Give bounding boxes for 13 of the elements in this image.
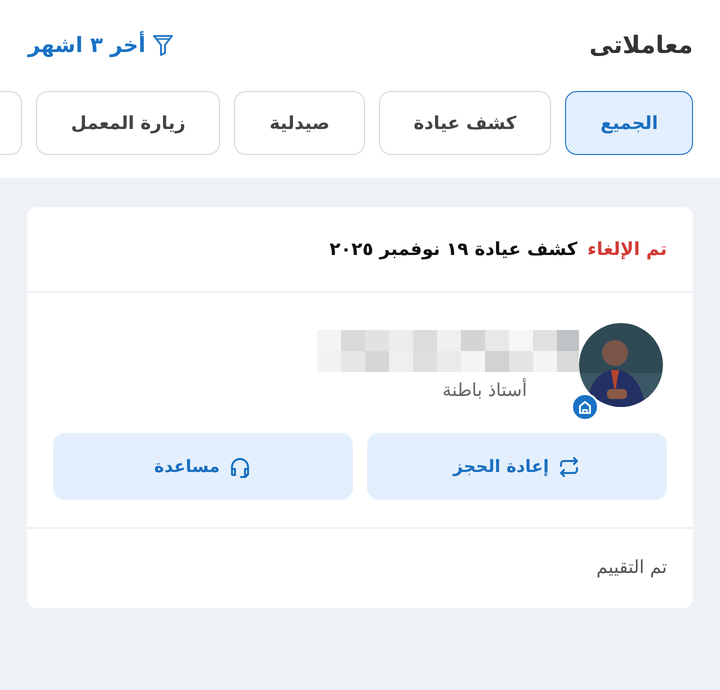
rating-status: تم التقييم (595, 556, 668, 580)
filter-tab[interactable]: الجميع (565, 91, 693, 155)
filter-tab[interactable]: كشف عيادة (378, 91, 552, 155)
filter-link[interactable]: أخر ٣ اشهر (28, 33, 174, 57)
rebook-button[interactable]: إعادة الحجز (367, 433, 667, 500)
funnel-icon (152, 33, 174, 57)
help-button[interactable]: مساعدة (53, 433, 353, 500)
filter-tab[interactable]: زيارة المعمل (36, 91, 220, 155)
page-title: معاملاتى (589, 31, 693, 59)
doctor-specialty: أستاذ باطنة (441, 380, 527, 400)
visit-summary: كشف عيادة ١٩ نوفمبر ٢٠٢٥ (329, 238, 578, 260)
status-label: تم الإلغاء (587, 238, 667, 260)
filter-tab[interactable]: صيدلية (234, 91, 365, 155)
